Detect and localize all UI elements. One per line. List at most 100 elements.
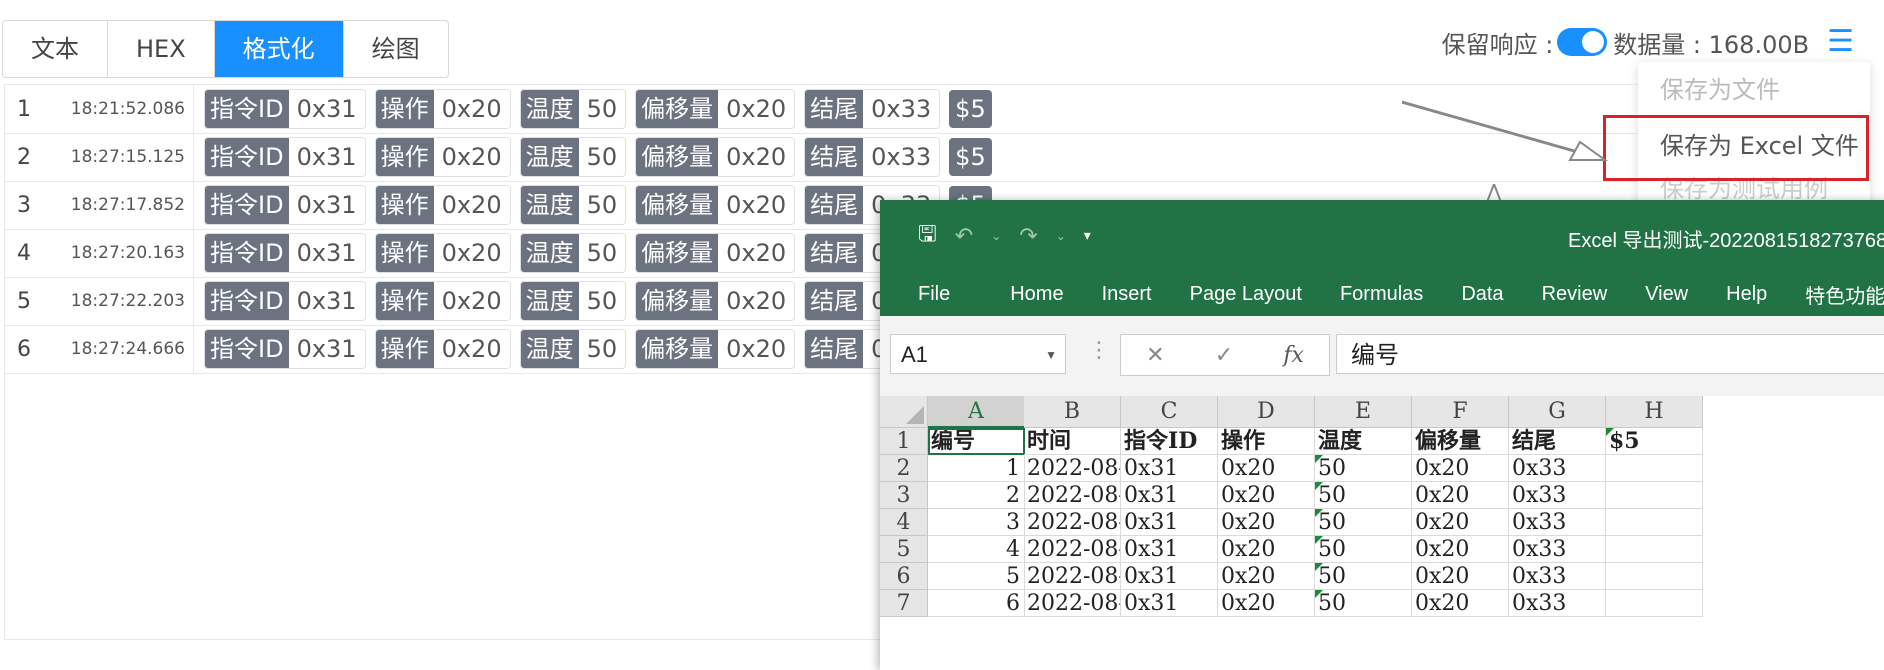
- ribbon-tab-insert[interactable]: Insert: [1102, 283, 1152, 306]
- spreadsheet-cell[interactable]: $5: [1606, 428, 1703, 455]
- tab-plot[interactable]: 绘图: [344, 21, 448, 77]
- keep-response-toggle[interactable]: [1557, 28, 1608, 56]
- spreadsheet-cell[interactable]: 2022-08-1: [1024, 482, 1121, 509]
- spreadsheet-cell[interactable]: [1606, 455, 1703, 482]
- column-header[interactable]: D: [1218, 396, 1315, 428]
- row-header[interactable]: 5: [880, 536, 928, 563]
- spreadsheet-cell[interactable]: 2: [928, 482, 1025, 509]
- undo-icon[interactable]: ↶: [955, 224, 973, 249]
- formula-input[interactable]: 编号: [1336, 334, 1884, 374]
- spreadsheet-cell[interactable]: 2022-08-1: [1024, 590, 1121, 617]
- spreadsheet-cell[interactable]: [1606, 509, 1703, 536]
- spreadsheet-cell[interactable]: 1: [928, 455, 1025, 482]
- spreadsheet-cell[interactable]: 0x20: [1412, 482, 1509, 509]
- spreadsheet-cell[interactable]: 2022-08-1: [1024, 455, 1121, 482]
- spreadsheet-cell[interactable]: 0x20: [1412, 563, 1509, 590]
- spreadsheet-cell[interactable]: 时间: [1024, 428, 1121, 455]
- customize-toolbar-icon[interactable]: ▾: [1084, 228, 1091, 244]
- spreadsheet-cell[interactable]: 0x31: [1121, 590, 1218, 617]
- column-header[interactable]: A: [928, 396, 1025, 428]
- ribbon-tab-home[interactable]: Home: [1010, 283, 1063, 306]
- spreadsheet-cell[interactable]: 0x20: [1218, 509, 1315, 536]
- spreadsheet-cell[interactable]: 0x20: [1412, 590, 1509, 617]
- chevron-down-icon[interactable]: ⌄: [991, 229, 1001, 243]
- ribbon-tab-formulas[interactable]: Formulas: [1340, 283, 1423, 306]
- spreadsheet-cell[interactable]: [1606, 482, 1703, 509]
- redo-icon[interactable]: ↷: [1019, 224, 1037, 249]
- ribbon-tab-help[interactable]: Help: [1726, 283, 1767, 306]
- menu-icon[interactable]: ☰: [1827, 22, 1854, 62]
- spreadsheet-cell[interactable]: [1606, 536, 1703, 563]
- spreadsheet-cell[interactable]: 5: [928, 563, 1025, 590]
- spreadsheet-cell[interactable]: 4: [928, 536, 1025, 563]
- spreadsheet-cell[interactable]: 50: [1315, 509, 1412, 536]
- spreadsheet-cell[interactable]: 0x20: [1412, 536, 1509, 563]
- menu-item-save-file[interactable]: 保存为文件: [1638, 62, 1870, 118]
- spreadsheet-cell[interactable]: 0x31: [1121, 509, 1218, 536]
- spreadsheet-cell[interactable]: 0x33: [1509, 563, 1606, 590]
- spreadsheet-cell[interactable]: 结尾: [1509, 428, 1606, 455]
- ribbon-tab-data[interactable]: Data: [1461, 283, 1503, 306]
- spreadsheet-cell[interactable]: 0x31: [1121, 536, 1218, 563]
- spreadsheet-cell[interactable]: 6: [928, 590, 1025, 617]
- spreadsheet-cell[interactable]: 50: [1315, 563, 1412, 590]
- spreadsheet-cell[interactable]: 0x33: [1509, 482, 1606, 509]
- spreadsheet-cell[interactable]: 编号: [928, 428, 1025, 455]
- spreadsheet-cell[interactable]: 50: [1315, 482, 1412, 509]
- column-header[interactable]: G: [1509, 396, 1606, 428]
- spreadsheet-cell[interactable]: 偏移量: [1412, 428, 1509, 455]
- spreadsheet-cell[interactable]: 2022-08-1: [1024, 563, 1121, 590]
- spreadsheet-cell[interactable]: 温度: [1315, 428, 1412, 455]
- spreadsheet-cell[interactable]: 50: [1315, 590, 1412, 617]
- ribbon-tab-view[interactable]: View: [1645, 283, 1688, 306]
- spreadsheet-cell[interactable]: 0x20: [1412, 509, 1509, 536]
- column-header[interactable]: C: [1121, 396, 1218, 428]
- spreadsheet-cell[interactable]: 2022-08-1: [1024, 536, 1121, 563]
- spreadsheet-cell[interactable]: 0x20: [1412, 455, 1509, 482]
- spreadsheet-cell[interactable]: 0x20: [1218, 536, 1315, 563]
- tab-text[interactable]: 文本: [3, 21, 108, 77]
- cancel-icon[interactable]: ✕: [1146, 343, 1164, 368]
- spreadsheet-cell[interactable]: [1606, 563, 1703, 590]
- spreadsheet-cell[interactable]: 0x33: [1509, 455, 1606, 482]
- spreadsheet-cell[interactable]: 0x20: [1218, 590, 1315, 617]
- column-header[interactable]: H: [1606, 396, 1703, 428]
- row-header[interactable]: 6: [880, 563, 928, 590]
- spreadsheet-cell[interactable]: 0x31: [1121, 482, 1218, 509]
- enter-icon[interactable]: ✓: [1215, 343, 1233, 368]
- name-box[interactable]: A1 ▼: [890, 334, 1066, 374]
- tab-hex[interactable]: HEX: [108, 21, 215, 77]
- insert-function-icon[interactable]: fx: [1283, 343, 1304, 368]
- ribbon-tab-review[interactable]: Review: [1542, 283, 1608, 306]
- save-icon[interactable]: 🖫: [918, 217, 937, 255]
- spreadsheet-cell[interactable]: 3: [928, 509, 1025, 536]
- spreadsheet-cell[interactable]: 0x20: [1218, 563, 1315, 590]
- row-header[interactable]: 4: [880, 509, 928, 536]
- spreadsheet-cell[interactable]: 0x33: [1509, 536, 1606, 563]
- chevron-down-icon[interactable]: ⌄: [1056, 229, 1066, 243]
- ribbon-tab-file[interactable]: File: [918, 283, 950, 306]
- spreadsheet-cell[interactable]: 50: [1315, 455, 1412, 482]
- chevron-down-icon[interactable]: ▼: [1045, 335, 1057, 375]
- spreadsheet-cell[interactable]: 0x33: [1509, 590, 1606, 617]
- tab-formatted[interactable]: 格式化: [214, 21, 344, 77]
- row-header[interactable]: 1: [880, 428, 928, 455]
- spreadsheet-cell[interactable]: 操作: [1218, 428, 1315, 455]
- ribbon-tab-page-layout[interactable]: Page Layout: [1190, 283, 1302, 306]
- spreadsheet-cell[interactable]: 2022-08-1: [1024, 509, 1121, 536]
- spreadsheet-cell[interactable]: 0x31: [1121, 455, 1218, 482]
- spreadsheet-cell[interactable]: 50: [1315, 536, 1412, 563]
- spreadsheet-cell[interactable]: [1606, 590, 1703, 617]
- column-header[interactable]: E: [1315, 396, 1412, 428]
- spreadsheet-cell[interactable]: 0x20: [1218, 482, 1315, 509]
- spreadsheet-cell[interactable]: 0x33: [1509, 509, 1606, 536]
- row-header[interactable]: 3: [880, 482, 928, 509]
- select-all-corner[interactable]: [880, 396, 928, 428]
- spreadsheet-cell[interactable]: 0x31: [1121, 563, 1218, 590]
- ribbon-tab-special[interactable]: 特色功能: [1805, 280, 1884, 309]
- spreadsheet-cell[interactable]: 0x20: [1218, 455, 1315, 482]
- row-header[interactable]: 2: [880, 455, 928, 482]
- column-header[interactable]: B: [1024, 396, 1121, 428]
- column-header[interactable]: F: [1412, 396, 1509, 428]
- spreadsheet-cell[interactable]: 指令ID: [1121, 428, 1218, 455]
